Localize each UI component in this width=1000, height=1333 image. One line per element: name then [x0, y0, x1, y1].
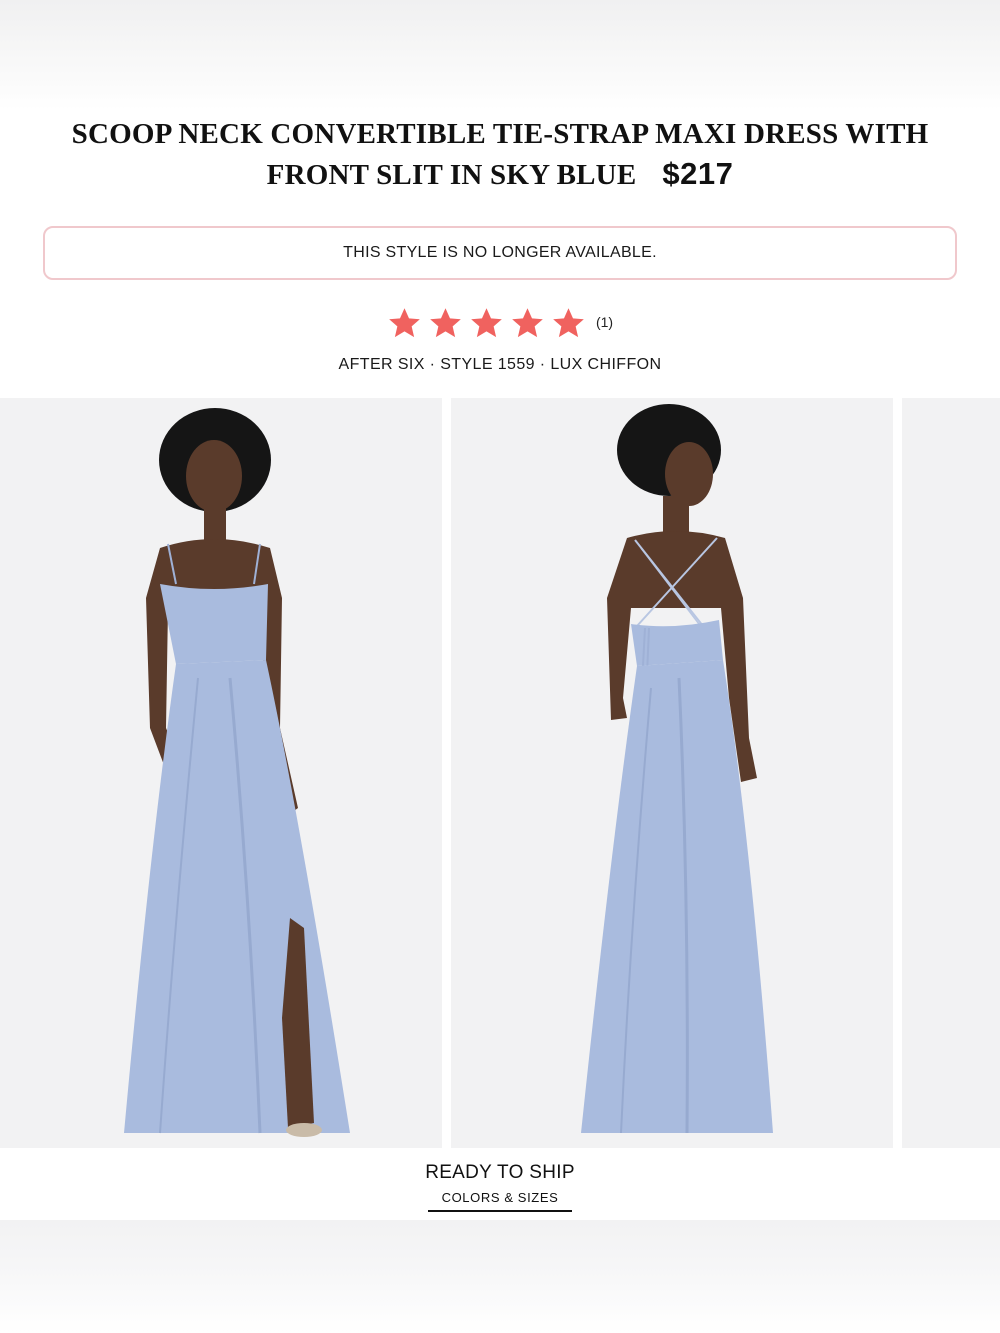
star-icon — [551, 306, 586, 341]
star-rating — [387, 306, 586, 341]
image-gallery[interactable] — [0, 398, 1000, 1148]
product-price: $217 — [662, 156, 734, 191]
ready-to-ship: READY TO SHIP COLORS & SIZES — [0, 1162, 1000, 1212]
footer-fade — [0, 1220, 1000, 1333]
back-view-illustration — [581, 404, 773, 1134]
ready-to-ship-title: READY TO SHIP — [425, 1162, 575, 1183]
product-meta: AFTER SIX · STYLE 1559 · LUX CHIFFON — [338, 356, 662, 373]
star-icon — [510, 306, 545, 341]
colors-and-sizes-link[interactable]: COLORS & SIZES — [427, 1190, 573, 1212]
star-icon — [428, 306, 463, 341]
review-count[interactable]: (1) — [596, 314, 613, 330]
gallery-image-front[interactable] — [0, 398, 442, 1148]
unavailable-notice-text: THIS STYLE IS NO LONGER AVAILABLE. — [343, 244, 657, 261]
gallery-image-next[interactable] — [902, 398, 1000, 1148]
rating[interactable]: (1) — [0, 306, 1000, 341]
gallery-image-back[interactable] — [451, 398, 893, 1148]
unavailable-notice: THIS STYLE IS NO LONGER AVAILABLE. — [43, 226, 957, 280]
product-title: SCOOP NECK CONVERTIBLE TIE-STRAP MAXI DR… — [20, 114, 980, 195]
product-title-text: SCOOP NECK CONVERTIBLE TIE-STRAP MAXI DR… — [71, 118, 929, 191]
star-icon — [387, 306, 422, 341]
header-fade — [0, 0, 1000, 110]
front-view-illustration — [124, 408, 350, 1137]
star-icon — [469, 306, 504, 341]
